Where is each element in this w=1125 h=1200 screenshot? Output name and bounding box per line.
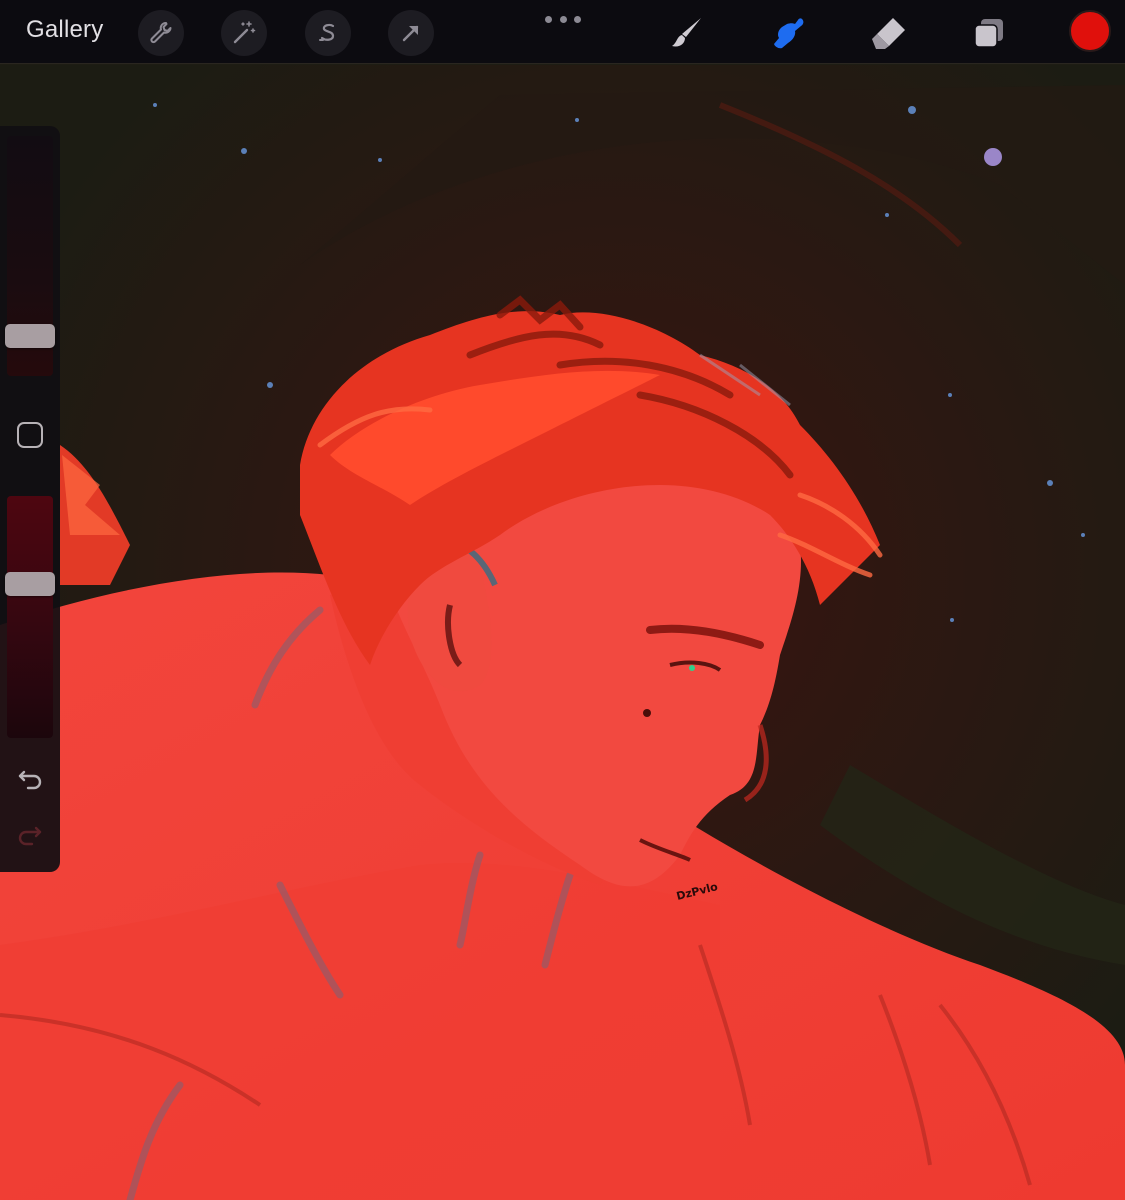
color-picker-button[interactable] — [1069, 10, 1111, 52]
gallery-button[interactable]: Gallery — [26, 16, 103, 44]
artwork-painting — [0, 65, 1125, 1200]
wrench-icon — [150, 22, 172, 44]
smudge-tool-button[interactable] — [766, 10, 812, 56]
adjustments-button[interactable] — [221, 10, 267, 56]
layers-button[interactable] — [966, 10, 1012, 56]
left-sidebar — [0, 126, 60, 872]
drawing-canvas[interactable]: DzPvlo — [0, 65, 1125, 1200]
top-toolbar: Gallery — [0, 0, 1125, 64]
dot-icon — [545, 15, 552, 23]
brush-size-thumb[interactable] — [5, 324, 55, 348]
actions-button[interactable] — [138, 10, 184, 56]
redo-button[interactable] — [16, 822, 44, 850]
redo-icon — [18, 826, 42, 846]
undo-button[interactable] — [16, 762, 44, 790]
eraser-icon — [872, 18, 905, 49]
selection-s-icon — [319, 23, 335, 41]
smudge-icon — [774, 18, 804, 49]
eraser-tool-button[interactable] — [866, 10, 912, 56]
modify-button[interactable] — [17, 422, 43, 448]
magic-wand-icon — [233, 21, 256, 44]
more-options-button[interactable] — [545, 12, 581, 26]
undo-icon — [18, 770, 42, 790]
opacity-thumb[interactable] — [5, 572, 55, 596]
transform-arrow-icon — [402, 25, 419, 42]
paint-tool-button[interactable] — [664, 10, 710, 56]
opacity-slider[interactable] — [7, 496, 53, 738]
dot-icon — [574, 15, 581, 23]
selection-button[interactable] — [305, 10, 351, 56]
brush-icon — [672, 18, 701, 47]
transform-button[interactable] — [388, 10, 434, 56]
layers-icon — [974, 19, 1003, 48]
dot-icon — [559, 15, 567, 23]
